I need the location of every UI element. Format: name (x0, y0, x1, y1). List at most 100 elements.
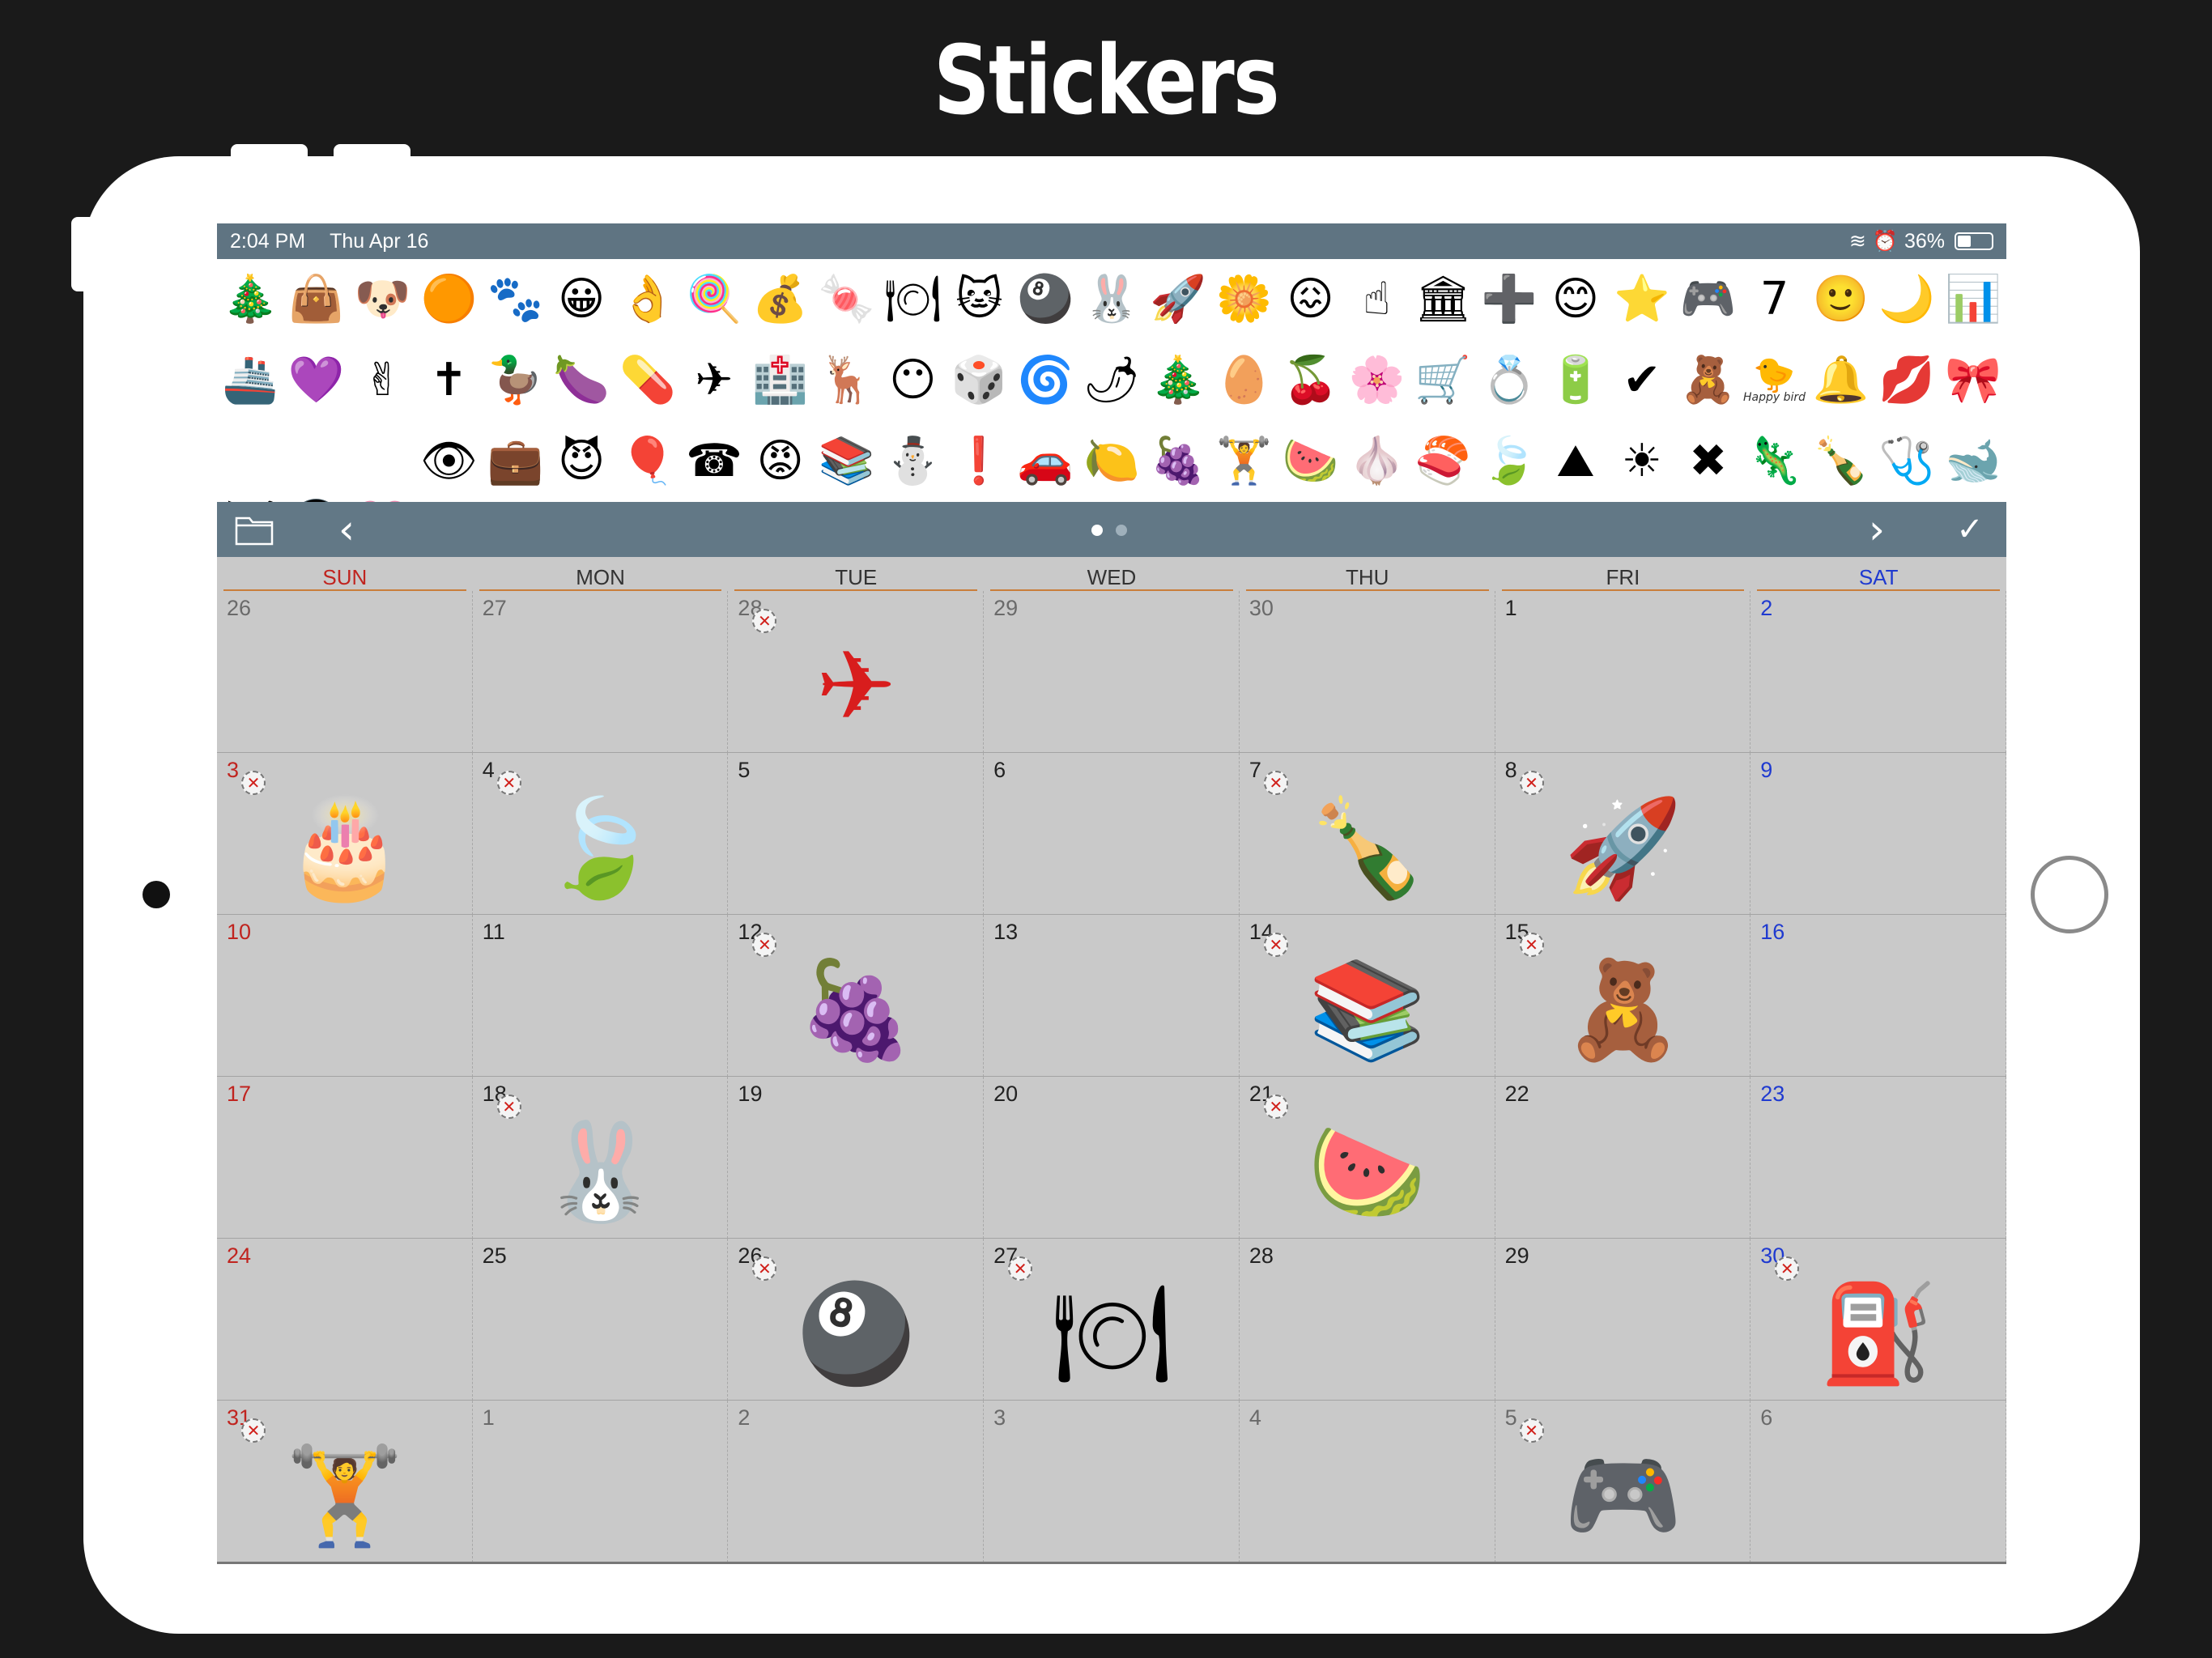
remove-sticker-button[interactable]: ✕ (1519, 771, 1544, 795)
palette-sticker[interactable]: ✌ (350, 340, 416, 421)
teddy-bear-sticker[interactable]: 🧸 (1536, 949, 1711, 1070)
palette-sticker[interactable]: 🔔 (1807, 340, 1874, 421)
palette-sticker[interactable]: 😖 (1278, 259, 1344, 340)
palette-sticker[interactable]: ☎ (681, 421, 747, 502)
palette-sticker[interactable]: 🟠 (416, 259, 483, 340)
palette-sticker[interactable]: 🦆 (482, 340, 548, 421)
palette-sticker[interactable]: 🏋 (1211, 421, 1278, 502)
palette-sticker[interactable]: 💍 (1476, 340, 1542, 421)
palette-sticker[interactable]: 🚢 (217, 340, 283, 421)
dumbbell-sticker[interactable]: 🏋 (257, 1435, 432, 1556)
palette-sticker[interactable]: 👜 (283, 259, 350, 340)
palette-sticker[interactable]: ➕ (1476, 259, 1542, 340)
palette-sticker[interactable]: 🐋 (1940, 421, 2006, 502)
palette-sticker[interactable]: 🛒 (1410, 340, 1476, 421)
palette-sticker[interactable]: 🍆 (548, 340, 615, 421)
remove-sticker-button[interactable]: ✕ (1263, 1095, 1288, 1119)
palette-sticker[interactable]: ⛄ (880, 421, 946, 502)
day-cell[interactable]: 9 (1750, 753, 2006, 915)
palette-sticker[interactable]: 💜 (283, 340, 350, 421)
rocket-sticker[interactable]: 🚀 (1536, 787, 1711, 908)
remove-sticker-button[interactable]: ✕ (1263, 771, 1288, 795)
palette-sticker[interactable]: 🌸 (1343, 340, 1410, 421)
day-cell[interactable]: 2 (728, 1401, 985, 1562)
palette-sticker[interactable]: 🌙 (1874, 259, 1940, 340)
palette-sticker[interactable]: 💋 (1874, 340, 1940, 421)
palette-sticker[interactable]: 🍃 (1476, 421, 1542, 502)
palette-sticker[interactable]: ✈ (681, 340, 747, 421)
leaf-sticker[interactable]: 🍃 (513, 787, 688, 908)
day-cell[interactable]: 3 (984, 1401, 1240, 1562)
palette-sticker[interactable]: 🐾 (482, 259, 548, 340)
day-cell[interactable]: 11 (472, 915, 729, 1077)
fuel-gauge-sticker[interactable]: ⛽ (1791, 1273, 1966, 1394)
palette-sticker[interactable]: ☀ (1609, 421, 1675, 502)
palette-sticker[interactable]: 🐶 (350, 259, 416, 340)
gamepad-sticker[interactable]: 🎮 (1536, 1435, 1711, 1556)
palette-sticker[interactable]: 🍭 (681, 259, 747, 340)
palette-sticker[interactable]: 🍬 (814, 259, 880, 340)
day-cell[interactable]: 6 (984, 753, 1240, 915)
remove-sticker-button[interactable]: ✕ (1519, 1418, 1544, 1443)
day-cell[interactable]: 29 (984, 591, 1240, 753)
palette-sticker[interactable] (350, 421, 416, 502)
day-cell[interactable]: 16 (1750, 915, 2006, 1077)
palette-sticker[interactable]: 💰 (747, 259, 814, 340)
palette-sticker[interactable]: 🚀 (1145, 259, 1211, 340)
palette-sticker[interactable]: 💼 (482, 421, 548, 502)
palette-sticker[interactable]: 💊 (615, 340, 681, 421)
palette-sticker[interactable]: 🐤 Happy bird (1742, 340, 1808, 421)
palette-sticker[interactable]: 🏛 (1410, 259, 1476, 340)
palette-sticker[interactable]: ❗ (946, 421, 1012, 502)
palette-sticker[interactable]: 🧸 (1675, 340, 1742, 421)
palette-sticker[interactable]: 🚗 (1012, 421, 1078, 502)
palette-sticker[interactable]: ⭐ (1609, 259, 1675, 340)
day-cell[interactable]: 24 (217, 1239, 473, 1401)
bunny-sticker[interactable]: 🐰 (513, 1111, 688, 1232)
palette-sticker[interactable]: ✔ (1609, 340, 1675, 421)
day-cell[interactable]: 27 (472, 591, 729, 753)
day-cell[interactable]: 6 (1750, 1401, 2006, 1562)
day-cell[interactable]: 26 (217, 591, 473, 753)
eight-ball-sticker[interactable]: 🎱 (768, 1273, 943, 1394)
day-cell[interactable]: 25 (472, 1239, 729, 1401)
palette-sticker[interactable]: 😀 (548, 259, 615, 340)
airplane-sticker[interactable]: ✈ (768, 625, 943, 746)
cake-sticker[interactable]: 🎂 (257, 787, 432, 908)
palette-sticker[interactable]: 🦎 (1742, 421, 1808, 502)
day-cell[interactable]: 29 (1495, 1239, 1751, 1401)
palette-sticker[interactable]: 🥚 (1211, 340, 1278, 421)
remove-sticker-button[interactable]: ✕ (496, 1095, 521, 1119)
remove-sticker-button[interactable]: ✕ (1519, 933, 1544, 957)
palette-sticker[interactable]: 🌼 (1211, 259, 1278, 340)
previous-page-button[interactable]: ‹ (326, 502, 367, 557)
remove-sticker-button[interactable]: ✕ (496, 771, 521, 795)
day-cell[interactable]: 28 (1239, 1239, 1495, 1401)
folder-icon[interactable] (232, 502, 277, 557)
day-cell[interactable]: 10 (217, 915, 473, 1077)
palette-sticker[interactable]: 🦌 (814, 340, 880, 421)
palette-sticker[interactable]: 🔋 (1542, 340, 1609, 421)
palette-sticker[interactable]: 👌 (615, 259, 681, 340)
palette-sticker[interactable]: 🍽 (880, 259, 946, 340)
palette-sticker[interactable]: 🎈 (615, 421, 681, 502)
day-cell[interactable]: 1 (472, 1401, 729, 1562)
palette-sticker[interactable]: 🐰 (1078, 259, 1145, 340)
day-cell[interactable]: 17 (217, 1077, 473, 1239)
day-cell[interactable]: 19 (728, 1077, 985, 1239)
day-cell[interactable]: 23 (1750, 1077, 2006, 1239)
palette-sticker[interactable]: 🎲 (946, 340, 1012, 421)
palette-sticker[interactable]: 🌶 (1078, 340, 1145, 421)
done-button[interactable]: ✓ (1946, 502, 1994, 557)
palette-sticker[interactable]: 📚 (814, 421, 880, 502)
palette-sticker[interactable]: ⛰ (1542, 421, 1609, 502)
palette-sticker[interactable]: 🎮 (1675, 259, 1742, 340)
next-page-button[interactable]: › (1857, 502, 1897, 557)
palette-sticker[interactable]: 😶 (880, 340, 946, 421)
watermelon-sticker[interactable]: 🍉 (1280, 1111, 1455, 1232)
palette-sticker[interactable]: 🎱 (1012, 259, 1078, 340)
palette-sticker[interactable]: ✖ (1675, 421, 1742, 502)
palette-sticker[interactable]: 🏥 (747, 340, 814, 421)
palette-sticker[interactable]: 🩺 (1874, 421, 1940, 502)
palette-sticker[interactable]: 🍋 (1078, 421, 1145, 502)
